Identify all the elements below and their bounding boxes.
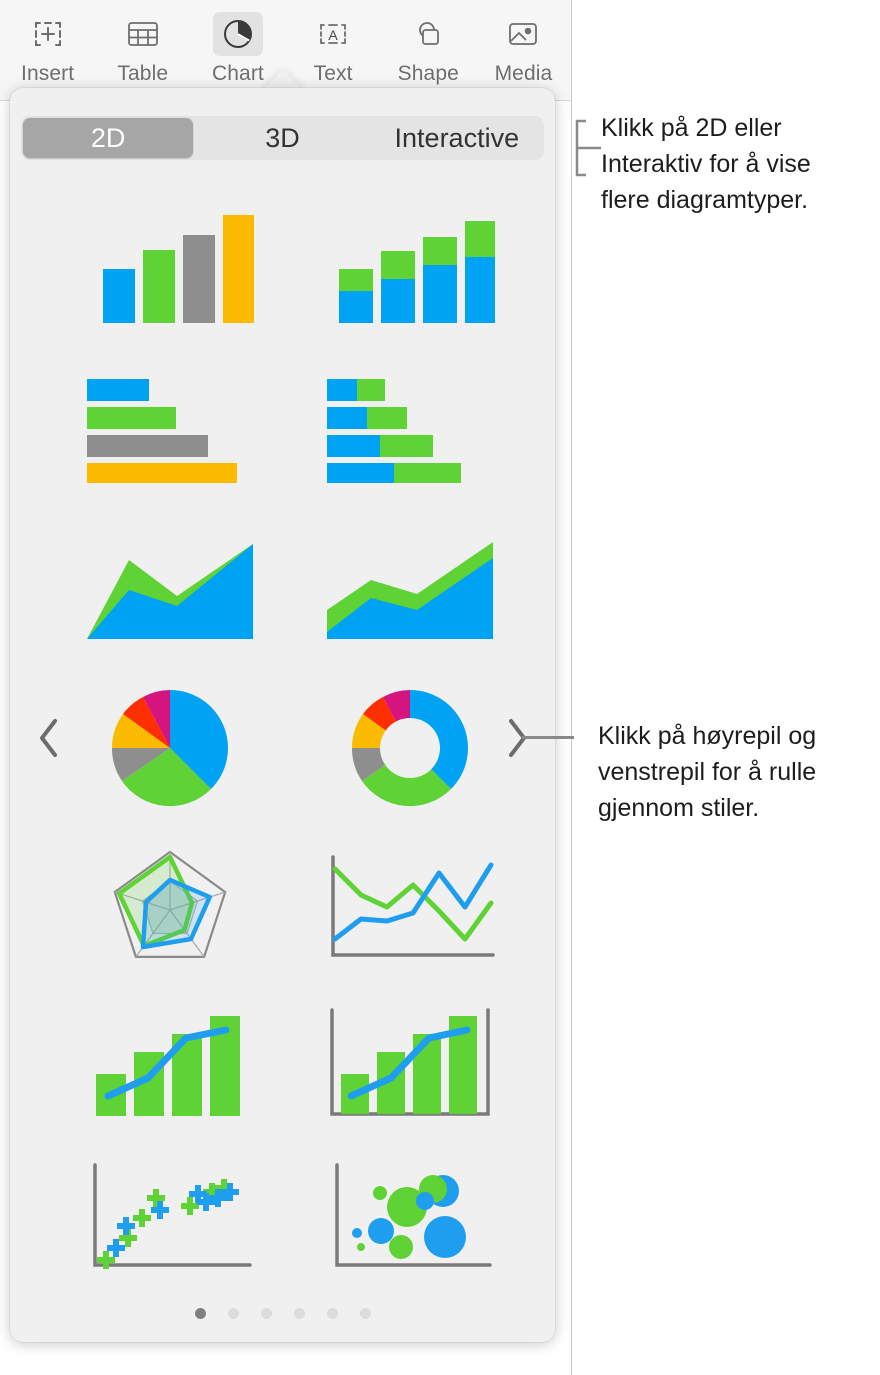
previous-styles-button[interactable] <box>22 708 76 768</box>
chart-picker-popover: 2D 3D Interactive <box>10 88 555 1342</box>
area-chart-graphic <box>87 543 253 639</box>
two-axis-chart-graphic <box>330 1007 490 1116</box>
callout-arrows: Klikk på høyrepil og venstrepil for å ru… <box>598 722 817 822</box>
page-dot-3[interactable] <box>260 1307 272 1319</box>
chart-thumb-stacked-area[interactable] <box>310 513 510 663</box>
stacked-area-chart-graphic <box>327 541 493 639</box>
segment-interactive[interactable]: Interactive <box>372 118 542 158</box>
chart-icon-box <box>212 12 263 56</box>
text-icon-box: A <box>308 12 358 56</box>
callout-leader-2 <box>522 736 574 739</box>
page-dot-6[interactable] <box>359 1307 371 1319</box>
radar-chart-graphic <box>113 850 227 959</box>
chart-thumbnail-grid <box>10 188 555 1288</box>
chevron-left-icon <box>40 719 57 757</box>
chart-thumb-combo[interactable] <box>70 988 270 1138</box>
chart-thumb-area[interactable] <box>70 513 270 663</box>
bar-chart-graphic <box>86 379 237 483</box>
column-chart-graphic <box>103 215 254 323</box>
callout-leader-1 <box>575 119 601 177</box>
toolbar-label-media: Media <box>494 62 553 85</box>
pie-chart-graphic <box>111 690 228 807</box>
popover-pointer <box>260 66 306 90</box>
text-icon: A <box>320 24 346 44</box>
chart-thumb-pie[interactable] <box>70 673 270 823</box>
shape-icon <box>419 22 440 45</box>
media-icon-box <box>498 12 548 56</box>
insert-icon-box <box>23 12 73 56</box>
shape-icon-box <box>403 12 453 56</box>
segment-2d[interactable]: 2D <box>23 118 194 158</box>
page-dot-5[interactable] <box>326 1307 338 1319</box>
stacked-bar-chart-graphic <box>326 379 461 483</box>
chart-thumb-two-axis[interactable] <box>310 988 510 1138</box>
toolbar-label-table: Table <box>117 62 169 85</box>
toolbar-label-insert: Insert <box>21 62 75 85</box>
svg-text:A: A <box>328 27 338 43</box>
toolbar-item-table[interactable]: Table <box>95 0 190 100</box>
segment-3d[interactable]: 3D <box>197 118 367 158</box>
chart-dimension-segmented-control[interactable]: 2D 3D Interactive <box>21 116 544 160</box>
combo-chart-graphic <box>96 1016 240 1116</box>
chart-thumb-stacked-column[interactable] <box>310 188 510 338</box>
toolbar-item-media[interactable]: Media <box>476 0 571 100</box>
chart-thumb-column[interactable] <box>70 188 270 338</box>
chart-thumb-stacked-bar[interactable] <box>310 353 510 503</box>
chart-thumb-bubble[interactable] <box>310 1143 510 1293</box>
chart-thumb-scatter[interactable] <box>70 1143 270 1293</box>
scatter-chart-graphic <box>93 1163 252 1269</box>
pagination-dots[interactable] <box>10 1298 555 1328</box>
toolbar-label-text: Text <box>313 62 353 85</box>
bubble-chart-graphic <box>335 1163 492 1267</box>
chart-icon <box>223 20 252 48</box>
toolbar-item-insert[interactable]: Insert <box>0 0 95 100</box>
page-dot-4[interactable] <box>293 1307 305 1319</box>
insert-icon <box>34 22 61 46</box>
callout-2d-interactive: Klikk på 2D eller Interaktiv for å vise … <box>601 114 811 214</box>
page-dot-2[interactable] <box>227 1307 239 1319</box>
media-icon <box>509 23 538 45</box>
donut-chart-graphic <box>351 690 468 807</box>
stacked-column-chart-graphic <box>339 221 495 323</box>
chart-thumb-line[interactable] <box>310 833 510 983</box>
chart-thumb-bar[interactable] <box>70 353 270 503</box>
toolbar-item-shape[interactable]: Shape <box>381 0 476 100</box>
table-icon-box <box>118 12 168 56</box>
table-icon <box>127 22 158 46</box>
line-chart-graphic <box>331 854 495 957</box>
chart-thumb-donut[interactable] <box>310 673 510 823</box>
app-window: Insert Table Chart A Text Shape Media 2D… <box>0 0 572 1375</box>
page-dot-1[interactable] <box>194 1307 206 1319</box>
toolbar-label-chart: Chart <box>212 62 264 85</box>
chart-thumb-radar[interactable] <box>70 833 270 983</box>
toolbar-label-shape: Shape <box>397 62 459 85</box>
